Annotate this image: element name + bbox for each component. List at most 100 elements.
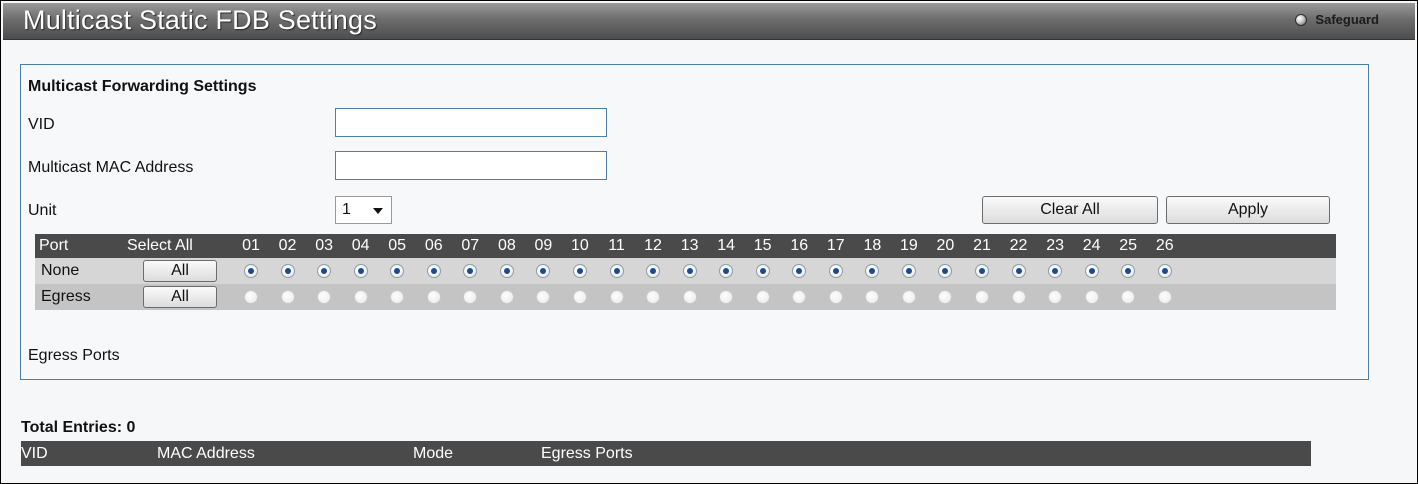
radio-none-port-13[interactable] [682, 264, 697, 278]
radio-none-port-04[interactable] [353, 264, 368, 278]
port-header-08: 08 [497, 237, 516, 254]
radio-none-port-17[interactable] [828, 264, 843, 278]
chevron-down-icon [373, 208, 383, 214]
radio-none-port-23[interactable] [1048, 264, 1063, 278]
radio-egress-port-21[interactable] [975, 290, 989, 304]
port-header-06: 06 [424, 237, 443, 254]
radio-egress-port-01[interactable] [244, 290, 258, 304]
port-header-12: 12 [644, 237, 662, 254]
port-header-03: 03 [315, 237, 333, 254]
radio-egress-port-06[interactable] [426, 290, 441, 304]
radio-none-port-21[interactable] [975, 264, 989, 278]
port-header-01: 01 [242, 237, 260, 254]
select-all-header: Select All [127, 237, 193, 254]
port-header-25: 25 [1119, 237, 1138, 254]
radio-egress-port-07[interactable] [463, 290, 478, 304]
vid-label: VID [28, 116, 55, 133]
radio-none-port-03[interactable] [317, 264, 332, 278]
radio-none-port-14[interactable] [719, 264, 734, 278]
port-header-22: 22 [1009, 237, 1028, 254]
clear-all-button[interactable]: Clear All [982, 196, 1158, 224]
column-header-mac-address: MAC Address [157, 445, 255, 462]
port-header-20: 20 [936, 237, 955, 254]
radio-none-port-07[interactable] [463, 264, 478, 278]
content-frame: Multicast Static FDB Settings Safeguard … [0, 0, 1418, 484]
column-header-mode: Mode [413, 445, 454, 462]
radio-egress-port-15[interactable] [755, 290, 770, 304]
port-header-07: 07 [461, 237, 480, 254]
radio-none-port-05[interactable] [390, 264, 405, 278]
total-entries: Total Entries: 0 [21, 419, 136, 436]
port-header-15: 15 [753, 237, 772, 254]
port-header-17: 17 [826, 237, 845, 254]
vid-input[interactable] [335, 108, 607, 137]
column-header-vid: VID [21, 445, 48, 462]
radio-none-port-09[interactable] [536, 264, 551, 278]
radio-none-port-02[interactable] [280, 264, 295, 278]
radio-egress-port-14[interactable] [719, 290, 734, 304]
radio-egress-port-12[interactable] [646, 290, 661, 304]
page-title: Multicast Static FDB Settings [23, 5, 377, 35]
radio-egress-port-10[interactable] [572, 290, 587, 304]
radio-none-port-25[interactable] [1121, 264, 1136, 278]
radio-egress-port-23[interactable] [1048, 290, 1063, 304]
row-label-none: None [41, 262, 80, 279]
radio-none-port-26[interactable] [1157, 264, 1172, 278]
radio-egress-port-05[interactable] [390, 290, 405, 304]
none-all-button[interactable]: All [143, 260, 217, 282]
radio-none-port-08[interactable] [499, 264, 514, 278]
title-bar: Multicast Static FDB Settings Safeguard [3, 3, 1415, 40]
port-header-18: 18 [863, 237, 882, 254]
radio-none-port-22[interactable] [1011, 264, 1026, 278]
radio-none-port-16[interactable] [792, 264, 807, 278]
port-header-13: 13 [680, 237, 699, 254]
radio-egress-port-25[interactable] [1121, 290, 1136, 304]
column-header-egress-ports: Egress Ports [541, 445, 633, 462]
port-table: Port Select All 01 02 03 04 05 06 07 08 09 10 11 12… [35, 234, 1336, 310]
radio-none-port-19[interactable] [901, 264, 916, 278]
radio-none-port-24[interactable] [1084, 264, 1099, 278]
radio-egress-port-03[interactable] [317, 290, 332, 304]
radio-egress-port-04[interactable] [353, 290, 368, 304]
radio-egress-port-16[interactable] [792, 290, 807, 304]
results-table-header: VID MAC Address Mode Egress Ports [21, 441, 1311, 466]
radio-egress-port-20[interactable] [938, 290, 953, 304]
port-header-23: 23 [1046, 237, 1064, 254]
unit-label: Unit [28, 202, 57, 219]
radio-egress-port-19[interactable] [901, 290, 916, 304]
mac-address-label: Multicast MAC Address [28, 159, 194, 176]
radio-egress-port-02[interactable] [280, 290, 295, 304]
radio-none-port-06[interactable] [426, 264, 441, 278]
section-title: Multicast Forwarding Settings [28, 78, 257, 95]
egress-ports-label: Egress Ports [28, 347, 120, 364]
safeguard-label: Safeguard [1315, 12, 1379, 27]
port-row-egress: Egress All [35, 284, 1336, 310]
radio-none-port-18[interactable] [865, 264, 880, 278]
egress-all-button[interactable]: All [143, 286, 217, 308]
radio-egress-port-24[interactable] [1084, 290, 1099, 304]
radio-none-port-01[interactable] [244, 264, 258, 278]
apply-button[interactable]: Apply [1166, 196, 1330, 224]
radio-egress-port-11[interactable] [609, 290, 624, 304]
radio-none-port-10[interactable] [572, 264, 587, 278]
radio-none-port-12[interactable] [646, 264, 661, 278]
multicast-forwarding-panel: Multicast Forwarding Settings VID Multic… [20, 64, 1369, 380]
radio-none-port-20[interactable] [938, 264, 953, 278]
radio-none-port-11[interactable] [609, 264, 624, 278]
unit-select[interactable]: 1 [335, 196, 392, 224]
radio-none-port-15[interactable] [755, 264, 770, 278]
port-header-02: 02 [278, 237, 297, 254]
port-header-14: 14 [717, 237, 736, 254]
port-header-21: 21 [973, 237, 991, 254]
radio-egress-port-09[interactable] [536, 290, 551, 304]
radio-egress-port-26[interactable] [1157, 290, 1172, 304]
port-header-11: 11 [608, 237, 625, 254]
radio-egress-port-18[interactable] [865, 290, 880, 304]
mac-address-input[interactable] [335, 151, 607, 180]
port-header-10: 10 [571, 237, 589, 254]
port-header-04: 04 [351, 237, 370, 254]
radio-egress-port-13[interactable] [682, 290, 697, 304]
radio-egress-port-22[interactable] [1011, 290, 1026, 304]
radio-egress-port-08[interactable] [499, 290, 514, 304]
radio-egress-port-17[interactable] [828, 290, 843, 304]
